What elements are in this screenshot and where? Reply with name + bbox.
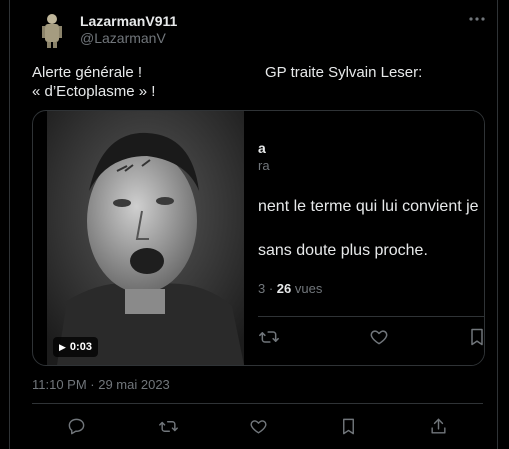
author-display-name[interactable]: LazarmanV911: [80, 13, 177, 29]
like-icon: [250, 419, 266, 434]
tweet-text-right: GP traite Sylvain Leser:: [265, 64, 423, 81]
retweet-icon: [158, 420, 178, 432]
share-icon: [430, 418, 446, 434]
quoted-name-fragment: a: [258, 140, 266, 156]
tweet-media[interactable]: ▶ 0:03 a ra nent le terme qui lui convie…: [32, 110, 485, 366]
video-duration: 0:03: [69, 341, 92, 353]
quoted-stats-prefix: 3 ·: [258, 281, 277, 296]
reply-button[interactable]: [65, 415, 87, 437]
video-duration-badge[interactable]: ▶ 0:03: [53, 337, 98, 357]
quoted-retweet-icon: [258, 326, 280, 348]
video-thumbnail[interactable]: ▶ 0:03: [47, 111, 244, 365]
reply-icon: [68, 418, 84, 434]
quoted-views-label: vues: [291, 281, 323, 296]
share-button[interactable]: [427, 415, 449, 437]
author-handle[interactable]: @LazarmanV: [80, 30, 166, 46]
tweet-timestamp[interactable]: 11:10 PM · 29 mai 2023: [32, 377, 170, 392]
quoted-like-icon: [368, 326, 390, 348]
more-options-button[interactable]: [466, 8, 488, 30]
tweet-text-line-2: « d’Ectoplasme » !: [32, 83, 156, 100]
quoted-handle-fragment: ra: [258, 158, 270, 173]
avatar[interactable]: [32, 9, 72, 49]
like-button[interactable]: [247, 415, 269, 437]
quoted-bookmark-icon: [466, 326, 484, 348]
divider: [32, 403, 483, 404]
bookmark-icon: [342, 418, 354, 434]
play-icon: ▶: [59, 341, 66, 352]
quoted-stats: 3 · 26 vues: [258, 281, 322, 296]
quoted-text-line-2: sans doute plus proche.: [258, 242, 428, 259]
timeline-border-left: [9, 0, 10, 449]
quoted-views-count: 26: [276, 281, 292, 296]
tweet-text-line-1: Alerte générale !: [32, 64, 143, 81]
quoted-text-line-1: nent le terme qui lui convient je: [258, 198, 479, 215]
quoted-divider: [258, 316, 484, 317]
bookmark-button[interactable]: [337, 415, 359, 437]
quoted-tweet-image: a ra nent le terme qui lui convient je s…: [244, 111, 484, 365]
more-icon: [469, 17, 485, 21]
retweet-button[interactable]: [157, 415, 179, 437]
timeline-border-right: [497, 0, 498, 449]
